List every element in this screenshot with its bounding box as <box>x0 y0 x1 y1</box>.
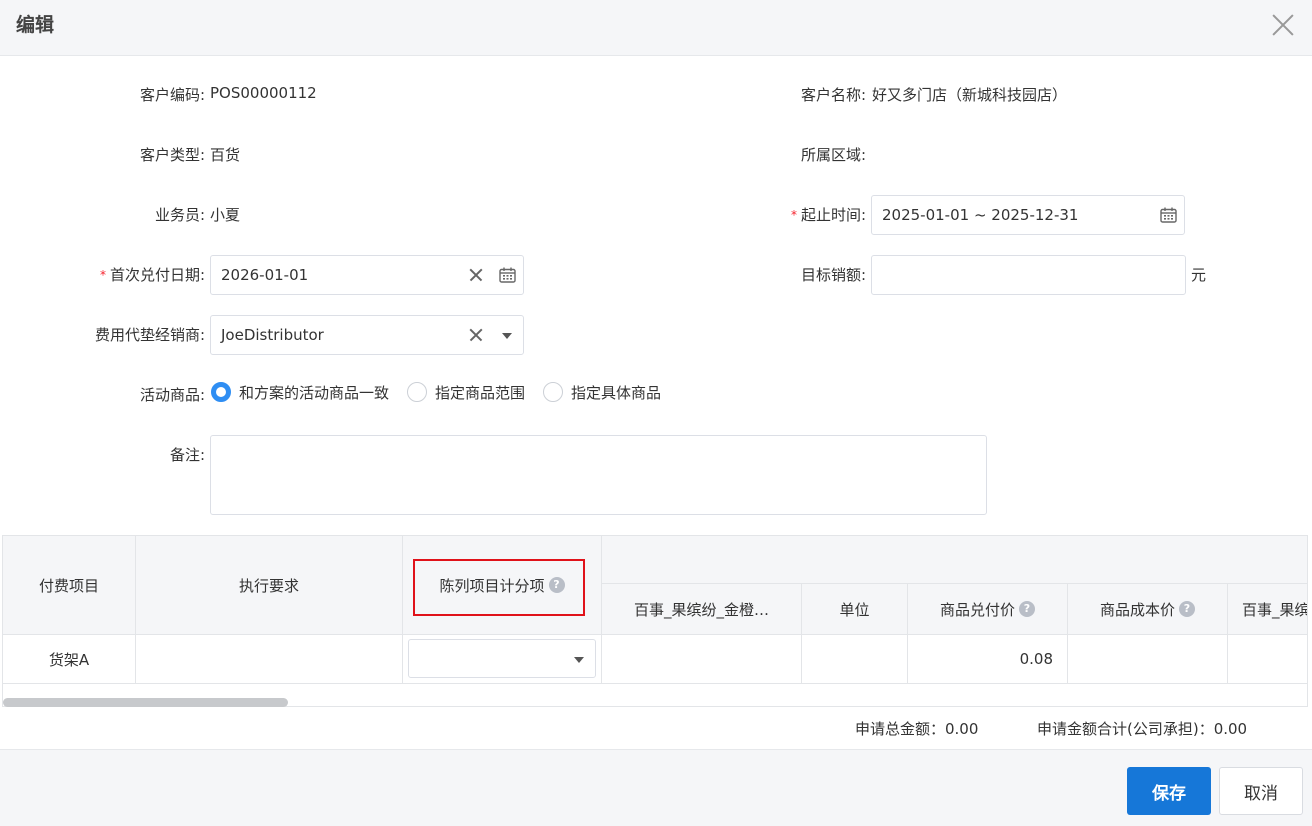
cell-unit <box>802 635 908 684</box>
distributor-label: 费用代垫经销商: <box>94 326 205 344</box>
highlight-box <box>413 559 585 616</box>
radio-unchecked-icon <box>543 382 564 402</box>
display-sub-select[interactable] <box>408 639 596 678</box>
header-cost-price: 商品成本价? <box>1068 584 1228 635</box>
radio-specific-product[interactable]: 指定具体商品 <box>543 382 661 403</box>
calendar-icon[interactable] <box>1160 207 1177 223</box>
required-mark: * <box>790 208 797 222</box>
horizontal-scrollbar[interactable] <box>3 698 288 707</box>
cell-product <box>602 635 802 684</box>
target-sales-label: 目标销额: <box>800 266 866 284</box>
target-sales-input[interactable] <box>871 255 1186 295</box>
customer-type-value: 百货 <box>210 146 241 164</box>
header-product2: 百事_果缤 <box>1228 584 1307 635</box>
customer-name-label: 客户名称: <box>800 86 866 104</box>
close-icon[interactable] <box>1266 8 1300 42</box>
company-total: 申请金额合计(公司承担)：0.00 <box>1037 720 1248 738</box>
customer-code-value: POS00000112 <box>210 84 317 102</box>
salesperson-value: 小夏 <box>210 206 241 224</box>
cell-pay-price: 0.08 <box>908 635 1068 684</box>
header-unit: 单位 <box>802 584 908 635</box>
remark-textarea[interactable] <box>210 435 987 515</box>
distributor-value: JoeDistributor <box>221 326 324 344</box>
customer-code-label: 客户编码: <box>139 86 205 104</box>
dialog-title: 编辑 <box>16 14 55 36</box>
distributor-select[interactable]: JoeDistributor <box>210 315 524 355</box>
cell-pay-item: 货架A <box>3 635 136 684</box>
radio-same-as-plan[interactable]: 和方案的活动商品一致 <box>211 382 389 403</box>
chevron-down-icon[interactable] <box>502 333 512 339</box>
activity-goods-radio-group: 和方案的活动商品一致 指定商品范围 指定具体商品 <box>211 381 679 403</box>
fee-items-table: 付费项目 执行要求 陈列项目计分项? 百事_果缤纷_金橙… 单位 商品兑付价? … <box>2 535 1308 707</box>
calendar-icon[interactable] <box>499 267 516 283</box>
header-product-group <box>602 536 1307 584</box>
dialog-footer: 保存 取消 <box>0 749 1312 826</box>
help-icon[interactable]: ? <box>1179 601 1195 617</box>
header-pay-item: 付费项目 <box>3 536 136 635</box>
save-button[interactable]: 保存 <box>1127 767 1211 815</box>
header-product: 百事_果缤纷_金橙… <box>602 584 802 635</box>
cell-display-sub <box>403 635 602 684</box>
cell-cost-price <box>1068 635 1228 684</box>
first-pay-date-label: * 首次兑付日期: <box>99 266 205 284</box>
apply-total: 申请总金额：0.00 <box>855 720 979 738</box>
dialog-header: 编辑 <box>0 0 1312 56</box>
period-date-range-input[interactable]: 2025-01-01 ~ 2025-12-31 <box>871 195 1185 235</box>
cell-requirement <box>136 635 403 684</box>
header-pay-price: 商品兑付价? <box>908 584 1068 635</box>
customer-name-value: 好又多门店（新城科技园店） <box>872 86 1068 104</box>
cancel-button[interactable]: 取消 <box>1219 767 1303 815</box>
radio-checked-icon <box>211 382 231 402</box>
clear-icon[interactable] <box>469 328 483 342</box>
clear-icon[interactable] <box>469 268 483 282</box>
radio-unchecked-icon <box>407 382 428 402</box>
chevron-down-icon[interactable] <box>574 657 584 663</box>
target-sales-unit: 元 <box>1191 266 1207 284</box>
cell-product2 <box>1228 635 1307 684</box>
first-pay-date-input[interactable]: 2026-01-01 <box>210 255 524 295</box>
help-icon[interactable]: ? <box>1019 601 1035 617</box>
activity-goods-label: 活动商品: <box>139 386 205 404</box>
salesperson-label: 业务员: <box>154 206 205 224</box>
remark-label: 备注: <box>169 446 205 464</box>
period-value: 2025-01-01 ~ 2025-12-31 <box>882 206 1079 224</box>
required-mark: * <box>99 268 106 282</box>
header-requirement: 执行要求 <box>136 536 403 635</box>
customer-type-label: 客户类型: <box>139 146 205 164</box>
radio-product-range[interactable]: 指定商品范围 <box>407 382 525 403</box>
period-label: * 起止时间: <box>790 206 866 224</box>
first-pay-date-value: 2026-01-01 <box>221 266 309 284</box>
region-label: 所属区域: <box>800 146 866 164</box>
